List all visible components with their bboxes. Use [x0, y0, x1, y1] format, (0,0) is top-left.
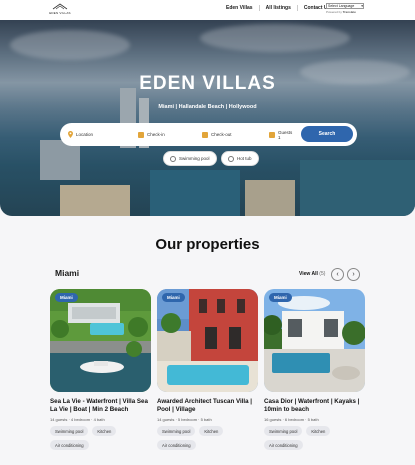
- casa-dior-image: [264, 289, 365, 392]
- page: EDEN VILLAS Eden Villas All listings Con…: [0, 0, 415, 465]
- location-pin-icon: [68, 131, 73, 138]
- language-widget: Select Language ▾ Powered by Translate: [326, 3, 364, 14]
- location-field[interactable]: Location: [68, 123, 93, 146]
- property-title[interactable]: Awarded Architect Tuscan Villa | Pool | …: [157, 398, 258, 414]
- amenity-tag: Swimming pool: [264, 426, 303, 436]
- property-image[interactable]: Miami: [264, 289, 365, 392]
- logo-text: EDEN VILLAS: [49, 11, 71, 15]
- guests-field[interactable]: Guests 1: [269, 123, 292, 146]
- calendar-icon: [202, 131, 208, 138]
- nav-divider: [296, 5, 298, 11]
- amenity-tags: Swimming pool Kitchen Air conditioning: [264, 426, 365, 450]
- amenity-tag: Kitchen: [92, 426, 117, 436]
- amenity-tags: Swimming pool Kitchen Air conditioning: [157, 426, 258, 450]
- property-title[interactable]: Sea La Vie - Waterfront | Villa Sea La V…: [50, 398, 151, 414]
- chevron-left-icon: ‹: [336, 271, 339, 278]
- checkout-label: Check-out: [211, 132, 232, 137]
- view-all-count: (5): [319, 271, 326, 277]
- filter-hot-tub[interactable]: Hot tub: [221, 151, 259, 166]
- translate-brand[interactable]: Translate: [343, 10, 356, 14]
- checkin-label: Check-in: [147, 132, 165, 137]
- filter-label: Swimming pool: [179, 156, 210, 161]
- hero-title: EDEN VILLAS: [139, 73, 276, 94]
- city-badge: Miami: [162, 293, 185, 302]
- hero-banner: EDEN VILLAS Miami | Hallandale Beach | H…: [0, 20, 415, 216]
- nav-link-all-listings[interactable]: All listings: [266, 5, 291, 11]
- checkbox-circle-icon: [170, 155, 176, 162]
- city-heading: Miami: [55, 268, 80, 278]
- roof-logo-icon: [52, 3, 68, 10]
- property-info: 14 guests · 4 bedroom · 4 bath: [50, 417, 105, 422]
- tuscan-villa-image: [157, 289, 258, 392]
- location-label: Location: [76, 132, 94, 137]
- search-button[interactable]: Search: [301, 126, 353, 142]
- checkbox-circle-icon: [228, 155, 234, 162]
- main-nav: Eden Villas All listings Contact Us: [226, 5, 330, 11]
- property-info: 16 guests · 6 bedroom · 5 bath: [264, 417, 319, 422]
- amenity-tag: Swimming pool: [157, 426, 196, 436]
- language-select[interactable]: Select Language ▾: [326, 3, 364, 9]
- powered-by-label: Powered by: [326, 10, 342, 14]
- city-badge: Miami: [55, 293, 78, 302]
- guests-text: Guests 1: [278, 130, 292, 140]
- filter-label: Hot tub: [237, 156, 252, 161]
- amenity-tag: Swimming pool: [50, 426, 89, 436]
- guests-value: 1: [278, 134, 281, 140]
- section-title: Our properties: [155, 236, 260, 253]
- search-bar: Location Check-in Check-out Guests 1 Sea…: [60, 123, 357, 146]
- view-all-label: View All: [299, 271, 318, 277]
- carousel-prev-button[interactable]: ‹: [331, 268, 344, 281]
- chevron-down-icon: ▾: [361, 4, 363, 8]
- amenity-tag: Air conditioning: [50, 440, 89, 450]
- property-info: 14 guests · 5 bedroom · 5 bath: [157, 417, 212, 422]
- property-card[interactable]: Miami Casa Dior | Waterfront | Kayaks | …: [264, 289, 365, 450]
- guests-icon: [269, 131, 275, 138]
- nav-divider: [258, 5, 260, 11]
- view-all-link[interactable]: View All (5): [299, 271, 325, 277]
- top-navigation-bar: EDEN VILLAS Eden Villas All listings Con…: [0, 0, 415, 20]
- powered-by-text: Powered by Translate: [326, 10, 364, 14]
- amenity-tag: Kitchen: [199, 426, 224, 436]
- amenity-tag: Kitchen: [306, 426, 331, 436]
- language-select-value: Select Language: [328, 4, 355, 8]
- property-card[interactable]: Miami Awarded Architect Tuscan Villa | P…: [157, 289, 258, 450]
- filter-swimming-pool[interactable]: Swimming pool: [163, 151, 217, 166]
- logo[interactable]: EDEN VILLAS: [48, 3, 72, 17]
- amenity-tag: Air conditioning: [157, 440, 196, 450]
- property-title[interactable]: Casa Dior | Waterfront | Kayaks | 10min …: [264, 398, 365, 414]
- nav-link-eden-villas[interactable]: Eden Villas: [226, 5, 253, 11]
- carousel-next-button[interactable]: ›: [347, 268, 360, 281]
- city-badge: Miami: [269, 293, 292, 302]
- calendar-icon: [138, 131, 144, 138]
- hero-subtitle: Miami | Hallandale Beach | Hollywood: [158, 104, 257, 110]
- hero-overlay: [0, 20, 415, 216]
- checkout-field[interactable]: Check-out: [202, 123, 232, 146]
- waterfront-villa-image: [50, 289, 151, 392]
- chevron-right-icon: ›: [352, 271, 355, 278]
- amenity-tag: Air conditioning: [264, 440, 303, 450]
- checkin-field[interactable]: Check-in: [138, 123, 165, 146]
- property-card[interactable]: Miami Sea La Vie - Waterfront | Villa Se…: [50, 289, 151, 450]
- amenity-tags: Swimming pool Kitchen Air conditioning: [50, 426, 151, 450]
- property-image[interactable]: Miami: [157, 289, 258, 392]
- property-image[interactable]: Miami: [50, 289, 151, 392]
